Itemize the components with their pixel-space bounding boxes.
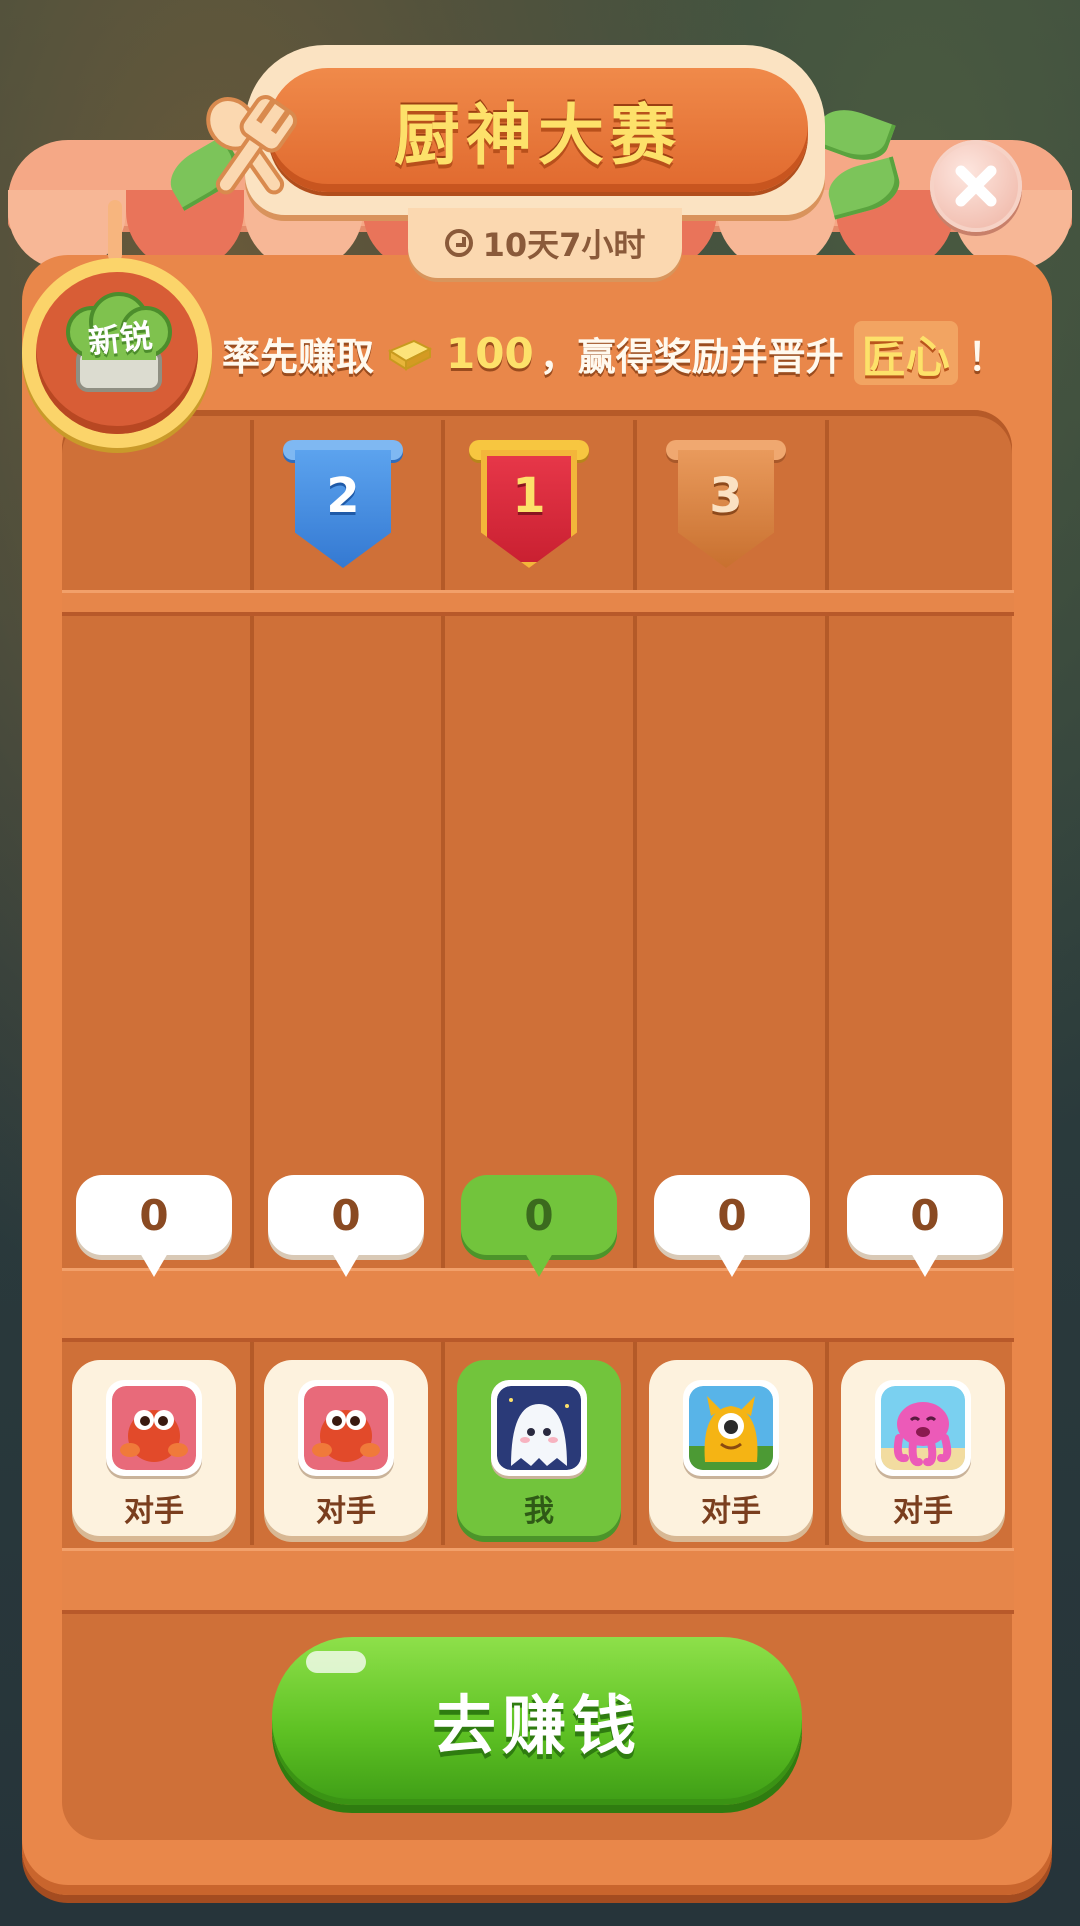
player-card[interactable]: 对手 bbox=[841, 1360, 1005, 1536]
score-bubble: 0 bbox=[76, 1175, 232, 1277]
column-divider bbox=[250, 420, 254, 1545]
button-shine bbox=[306, 1651, 366, 1673]
bottom-shelf bbox=[62, 1548, 1014, 1610]
go-earn-label: 去赚钱 bbox=[432, 1690, 642, 1764]
goal-amount: 100 bbox=[446, 328, 534, 378]
score-bubble: 0 bbox=[268, 1175, 424, 1277]
pink-octopus-icon bbox=[881, 1386, 965, 1470]
player-card[interactable]: 对手 bbox=[72, 1360, 236, 1536]
timer-text: 10天7小时 bbox=[482, 226, 646, 264]
clock-icon bbox=[444, 229, 473, 257]
avatar bbox=[491, 1380, 587, 1476]
ghost-icon bbox=[497, 1386, 581, 1470]
hermit-crab-icon bbox=[304, 1386, 388, 1470]
avatar bbox=[683, 1380, 779, 1476]
headline-suffix: ！ bbox=[967, 334, 1006, 379]
player-card[interactable]: 对手 bbox=[649, 1360, 813, 1536]
player-label: 对手 bbox=[124, 1494, 184, 1529]
go-earn-button[interactable]: 去赚钱 bbox=[272, 1637, 802, 1805]
close-icon bbox=[955, 165, 997, 207]
avatar bbox=[875, 1380, 971, 1476]
player-card[interactable]: 对手 bbox=[264, 1360, 428, 1536]
rank-banner-3: 3 bbox=[666, 440, 786, 570]
event-timer: 10天7小时 bbox=[408, 208, 682, 278]
goal-headline: 率先赚取 100 ，赢得奖励并晋升 匠心 ！ bbox=[222, 321, 1006, 385]
rank-banner-1: 1 bbox=[469, 440, 589, 570]
player-label: 对手 bbox=[701, 1494, 761, 1529]
hermit-crab-icon bbox=[112, 1386, 196, 1470]
next-rank-name: 匠心 bbox=[853, 321, 958, 385]
score-bubble: 0 bbox=[654, 1175, 810, 1277]
avatar bbox=[106, 1380, 202, 1476]
score-bubble: 0 bbox=[847, 1175, 1003, 1277]
yellow-monster-icon bbox=[689, 1386, 773, 1470]
player-label: 我 bbox=[524, 1494, 554, 1529]
rank-number: 3 bbox=[709, 468, 743, 524]
score-shelf bbox=[62, 1268, 1014, 1338]
player-label: 对手 bbox=[316, 1494, 376, 1529]
column-divider bbox=[441, 420, 445, 1545]
gold-bar-icon bbox=[384, 336, 434, 371]
fork-spoon-icon bbox=[206, 95, 298, 195]
badge-hook bbox=[108, 200, 122, 262]
column-divider bbox=[825, 420, 829, 1545]
score-bubble-me: 0 bbox=[461, 1175, 617, 1277]
headline-middle: ，赢得奖励并晋升 bbox=[539, 334, 844, 379]
player-label: 对手 bbox=[893, 1494, 953, 1529]
page-title: 厨神大赛 bbox=[394, 97, 682, 174]
board-area bbox=[62, 410, 1012, 1840]
top-shelf bbox=[62, 590, 1014, 612]
player-card-me[interactable]: 我 bbox=[457, 1360, 621, 1536]
avatar bbox=[298, 1380, 394, 1476]
column-divider bbox=[633, 420, 637, 1545]
close-button[interactable] bbox=[930, 140, 1022, 232]
rank-number: 2 bbox=[326, 468, 360, 524]
headline-prefix: 率先赚取 bbox=[222, 334, 375, 379]
rank-banner-2: 2 bbox=[283, 440, 403, 570]
rank-number: 1 bbox=[512, 468, 546, 524]
